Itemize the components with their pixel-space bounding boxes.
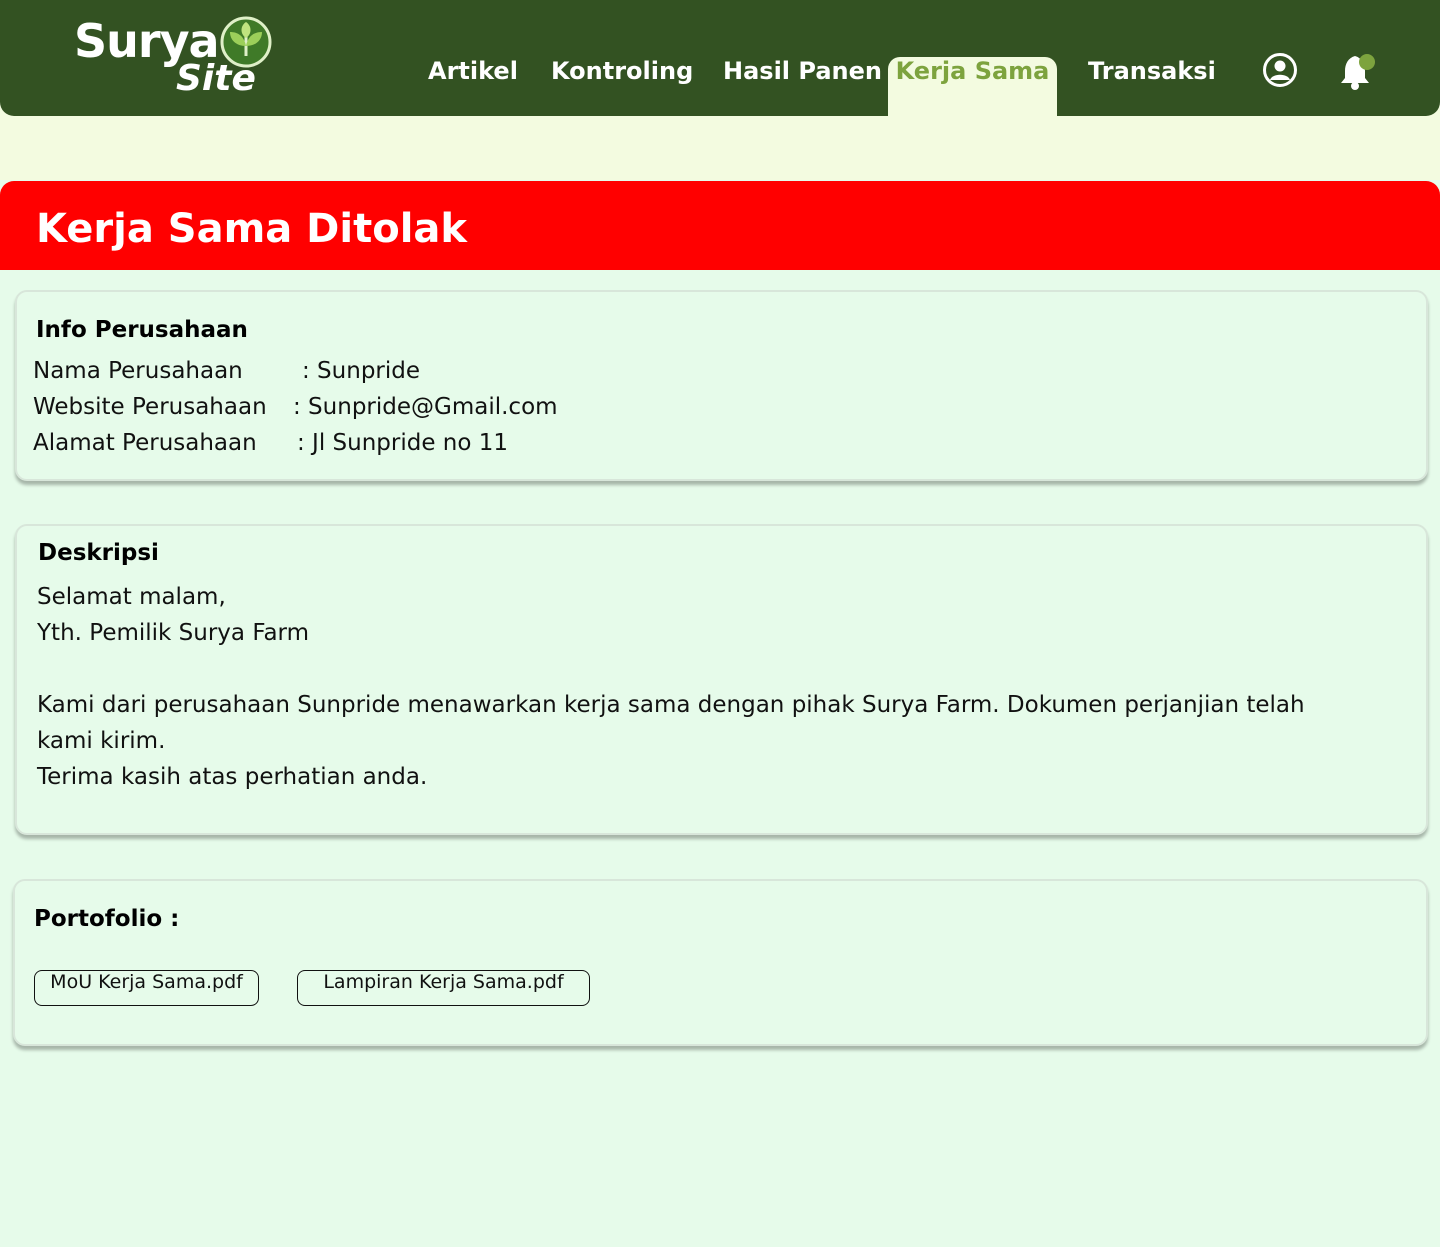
company-address-label: Alamat Perusahaan xyxy=(33,430,257,456)
file-mou-pdf[interactable]: MoU Kerja Sama.pdf xyxy=(34,970,259,1006)
nav-transaksi[interactable]: Transaksi xyxy=(1088,57,1216,116)
portfolio-heading: Portofolio : xyxy=(34,906,180,932)
top-navbar: Surya Site Artikel Kontroling Hasil Pane… xyxy=(0,0,1440,116)
notification-dot xyxy=(1359,54,1375,70)
company-name-label: Nama Perusahaan xyxy=(33,358,243,384)
nav-hasil-panen[interactable]: Hasil Panen xyxy=(723,57,882,116)
description-line: Kami dari perusahaan Sunpride menawarkan… xyxy=(37,692,1305,718)
nav-artikel[interactable]: Artikel xyxy=(428,57,518,116)
description-line: kami kirim. xyxy=(37,728,166,754)
page-title: Kerja Sama Ditolak xyxy=(36,206,467,252)
company-name-value: : Sunpride xyxy=(302,358,421,384)
nav-kontroling[interactable]: Kontroling xyxy=(551,57,693,116)
company-info-heading: Info Perusahaan xyxy=(36,317,248,343)
description-heading: Deskripsi xyxy=(38,540,159,566)
description-line: Yth. Pemilik Surya Farm xyxy=(37,620,309,646)
company-website-label: Website Perusahaan xyxy=(33,394,267,420)
company-website-value: : Sunpride@Gmail.com xyxy=(293,394,558,420)
surya-site-logo[interactable]: Surya Site xyxy=(74,14,284,106)
user-circle-icon[interactable] xyxy=(1262,52,1298,88)
leaf-icon xyxy=(220,16,272,68)
portfolio-card xyxy=(13,879,1428,1046)
company-address-value: : Jl Sunpride no 11 xyxy=(297,430,509,456)
description-line: Selamat malam, xyxy=(37,584,226,610)
nav-kerja-sama[interactable]: Kerja Sama xyxy=(888,57,1057,116)
file-lampiran-pdf[interactable]: Lampiran Kerja Sama.pdf xyxy=(297,970,590,1006)
bell-icon[interactable] xyxy=(1338,52,1380,92)
description-line: Terima kasih atas perhatian anda. xyxy=(37,764,428,790)
